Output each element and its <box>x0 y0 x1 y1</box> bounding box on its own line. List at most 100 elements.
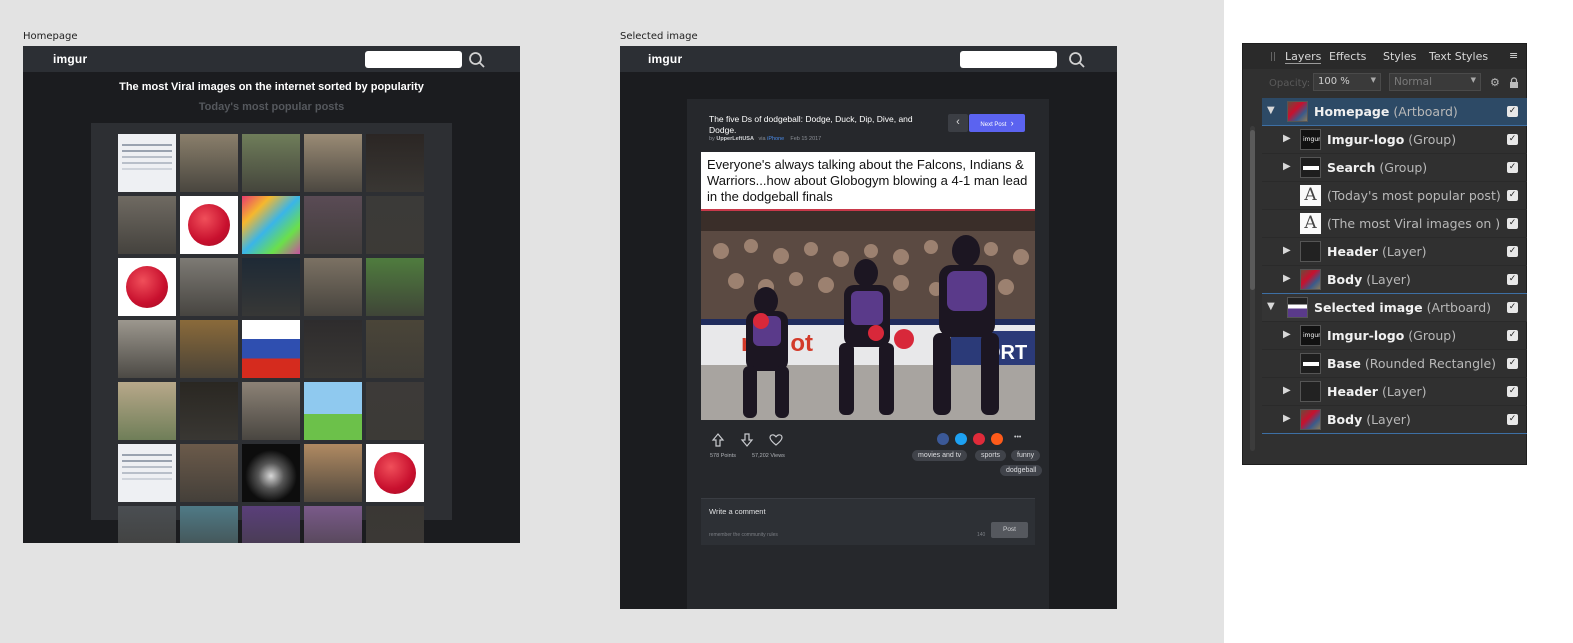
tag-dodgeball[interactable]: dodgeball <box>1000 465 1043 476</box>
pinterest-share-icon[interactable] <box>973 433 985 445</box>
visibility-checkbox[interactable]: ✓ <box>1507 218 1518 229</box>
layer-name[interactable]: Homepage (Artboard) <box>1314 104 1458 119</box>
visibility-checkbox[interactable]: ✓ <box>1507 162 1518 173</box>
visibility-checkbox[interactable]: ✓ <box>1507 414 1518 425</box>
twitter-share-icon[interactable] <box>955 433 967 445</box>
gallery-thumbnail[interactable] <box>180 196 238 254</box>
tab-effects[interactable]: Effects <box>1329 50 1366 63</box>
gallery-thumbnail[interactable] <box>242 134 300 192</box>
opacity-select[interactable]: 100 % ▼ <box>1313 73 1381 91</box>
gallery-thumbnail[interactable] <box>118 196 176 254</box>
tab-styles[interactable]: Styles <box>1383 50 1416 63</box>
comment-input-placeholder[interactable]: Write a comment <box>709 507 766 516</box>
gallery-thumbnail[interactable] <box>366 134 424 192</box>
layer-name[interactable]: Header (Layer) <box>1327 244 1427 259</box>
homepage-artboard[interactable]: imgur The most Viral images on the inter… <box>23 46 520 543</box>
gallery-thumbnail[interactable] <box>366 382 424 440</box>
gear-icon[interactable]: ⚙ <box>1490 76 1500 89</box>
gallery-thumbnail[interactable] <box>118 258 176 316</box>
gallery-thumbnail[interactable] <box>242 444 300 502</box>
layer-name[interactable]: Search (Group) <box>1327 160 1427 175</box>
gallery-thumbnail[interactable] <box>304 134 362 192</box>
layer-name[interactable]: Base (Rounded Rectangle) <box>1327 356 1496 371</box>
collapse-triangle-icon[interactable]: ▶ <box>1283 245 1291 256</box>
layer-row[interactable]: ▼ Homepage (Artboard) ✓ <box>1262 98 1527 126</box>
panel-menu-icon[interactable]: ≡ <box>1509 49 1518 62</box>
gallery-thumbnail[interactable] <box>304 382 362 440</box>
visibility-checkbox[interactable]: ✓ <box>1507 246 1518 257</box>
search-input[interactable] <box>365 51 462 68</box>
post-comment-button[interactable]: Post <box>991 522 1028 538</box>
layer-row[interactable]: ▶ Search (Group) ✓ <box>1262 154 1527 182</box>
gallery-thumbnail[interactable] <box>366 196 424 254</box>
comment-box[interactable]: Write a comment remember the community r… <box>701 498 1035 545</box>
visibility-checkbox[interactable]: ✓ <box>1507 330 1518 341</box>
tab-text-styles[interactable]: Text Styles <box>1429 50 1488 63</box>
collapse-triangle-icon[interactable]: ▶ <box>1283 385 1291 396</box>
artboard-title-selected-image[interactable]: Selected image <box>620 31 698 42</box>
layer-row[interactable]: A (The most Viral images on ) ✓ <box>1262 210 1527 238</box>
gallery-thumbnail[interactable] <box>118 320 176 378</box>
layer-row[interactable]: Base (Rounded Rectangle) ✓ <box>1262 350 1527 378</box>
visibility-checkbox[interactable]: ✓ <box>1507 302 1518 313</box>
gallery-thumbnail[interactable] <box>242 320 300 378</box>
visibility-checkbox[interactable]: ✓ <box>1507 134 1518 145</box>
layer-row[interactable]: ▶ Header (Layer) ✓ <box>1262 238 1527 266</box>
more-options-icon[interactable]: ••• <box>1014 434 1021 441</box>
visibility-checkbox[interactable]: ✓ <box>1507 386 1518 397</box>
previous-post-button[interactable]: ‹ <box>948 114 968 132</box>
downvote-icon[interactable] <box>740 433 754 447</box>
imgur-logo[interactable]: imgur <box>648 52 682 66</box>
panel-scrollbar-thumb[interactable] <box>1250 130 1255 290</box>
gallery-thumbnail[interactable] <box>304 196 362 254</box>
gallery-thumbnail[interactable] <box>118 444 176 502</box>
gallery-thumbnail[interactable] <box>118 382 176 440</box>
post-image[interactable]: mat ot ORT <box>701 211 1035 420</box>
tag-movies-and-tv[interactable]: movies and tv <box>912 450 968 461</box>
gallery-thumbnail[interactable] <box>304 320 362 378</box>
tag-sports[interactable]: sports <box>975 450 1007 461</box>
post-author-link[interactable]: UpperLeftUSA <box>716 136 754 142</box>
facebook-share-icon[interactable] <box>937 433 949 445</box>
gallery-thumbnail[interactable] <box>366 444 424 502</box>
layer-name[interactable]: Selected image (Artboard) <box>1314 300 1491 315</box>
layer-name[interactable]: Imgur-logo (Group) <box>1327 132 1456 147</box>
layer-name[interactable]: Body (Layer) <box>1327 272 1411 287</box>
collapse-triangle-icon[interactable]: ▶ <box>1283 329 1291 340</box>
gallery-thumbnail[interactable] <box>242 258 300 316</box>
gallery-thumbnail[interactable] <box>242 382 300 440</box>
collapse-triangle-icon[interactable]: ▶ <box>1283 133 1291 144</box>
layer-name[interactable]: Imgur-logo (Group) <box>1327 328 1456 343</box>
layer-row[interactable]: ▶ imgur Imgur-logo (Group) ✓ <box>1262 322 1527 350</box>
layer-row[interactable]: ▼ Selected image (Artboard) ✓ <box>1262 294 1527 322</box>
gallery-thumbnail[interactable] <box>180 320 238 378</box>
tag-funny[interactable]: funny <box>1011 450 1041 461</box>
upvote-icon[interactable] <box>711 433 725 447</box>
search-icon[interactable] <box>468 51 486 69</box>
gallery-thumbnail[interactable] <box>180 134 238 192</box>
expand-triangle-icon[interactable]: ▼ <box>1267 105 1275 116</box>
layer-name[interactable]: (Today's most popular post) <box>1327 188 1501 203</box>
gallery-thumbnail[interactable] <box>180 506 238 543</box>
selected-image-artboard[interactable]: imgur The five Ds of dodgeball: Dodge, D… <box>620 46 1117 609</box>
gallery-thumbnail[interactable] <box>304 258 362 316</box>
layer-name[interactable]: (The most Viral images on ) <box>1327 216 1500 231</box>
gallery-thumbnail[interactable] <box>242 506 300 543</box>
lock-icon[interactable] <box>1509 77 1519 89</box>
visibility-checkbox[interactable]: ✓ <box>1507 190 1518 201</box>
layer-row[interactable]: ▶ Body (Layer) ✓ <box>1262 266 1527 294</box>
gallery-thumbnail[interactable] <box>366 506 424 543</box>
gallery-thumbnail[interactable] <box>304 506 362 543</box>
favorite-heart-icon[interactable] <box>769 433 783 447</box>
blend-mode-select[interactable]: Normal ▼ <box>1389 73 1481 91</box>
collapse-triangle-icon[interactable]: ▶ <box>1283 273 1291 284</box>
visibility-checkbox[interactable]: ✓ <box>1507 274 1518 285</box>
gallery-thumbnail[interactable] <box>180 382 238 440</box>
expand-triangle-icon[interactable]: ▼ <box>1267 301 1275 312</box>
layer-row[interactable]: A (Today's most popular post) ✓ <box>1262 182 1527 210</box>
panel-grip-icon[interactable]: || <box>1270 52 1276 62</box>
layer-name[interactable]: Header (Layer) <box>1327 384 1427 399</box>
search-icon[interactable] <box>1068 51 1086 69</box>
layer-row[interactable]: ▶ Body (Layer) ✓ <box>1262 406 1527 434</box>
next-post-button[interactable]: Next Post › <box>969 114 1025 132</box>
